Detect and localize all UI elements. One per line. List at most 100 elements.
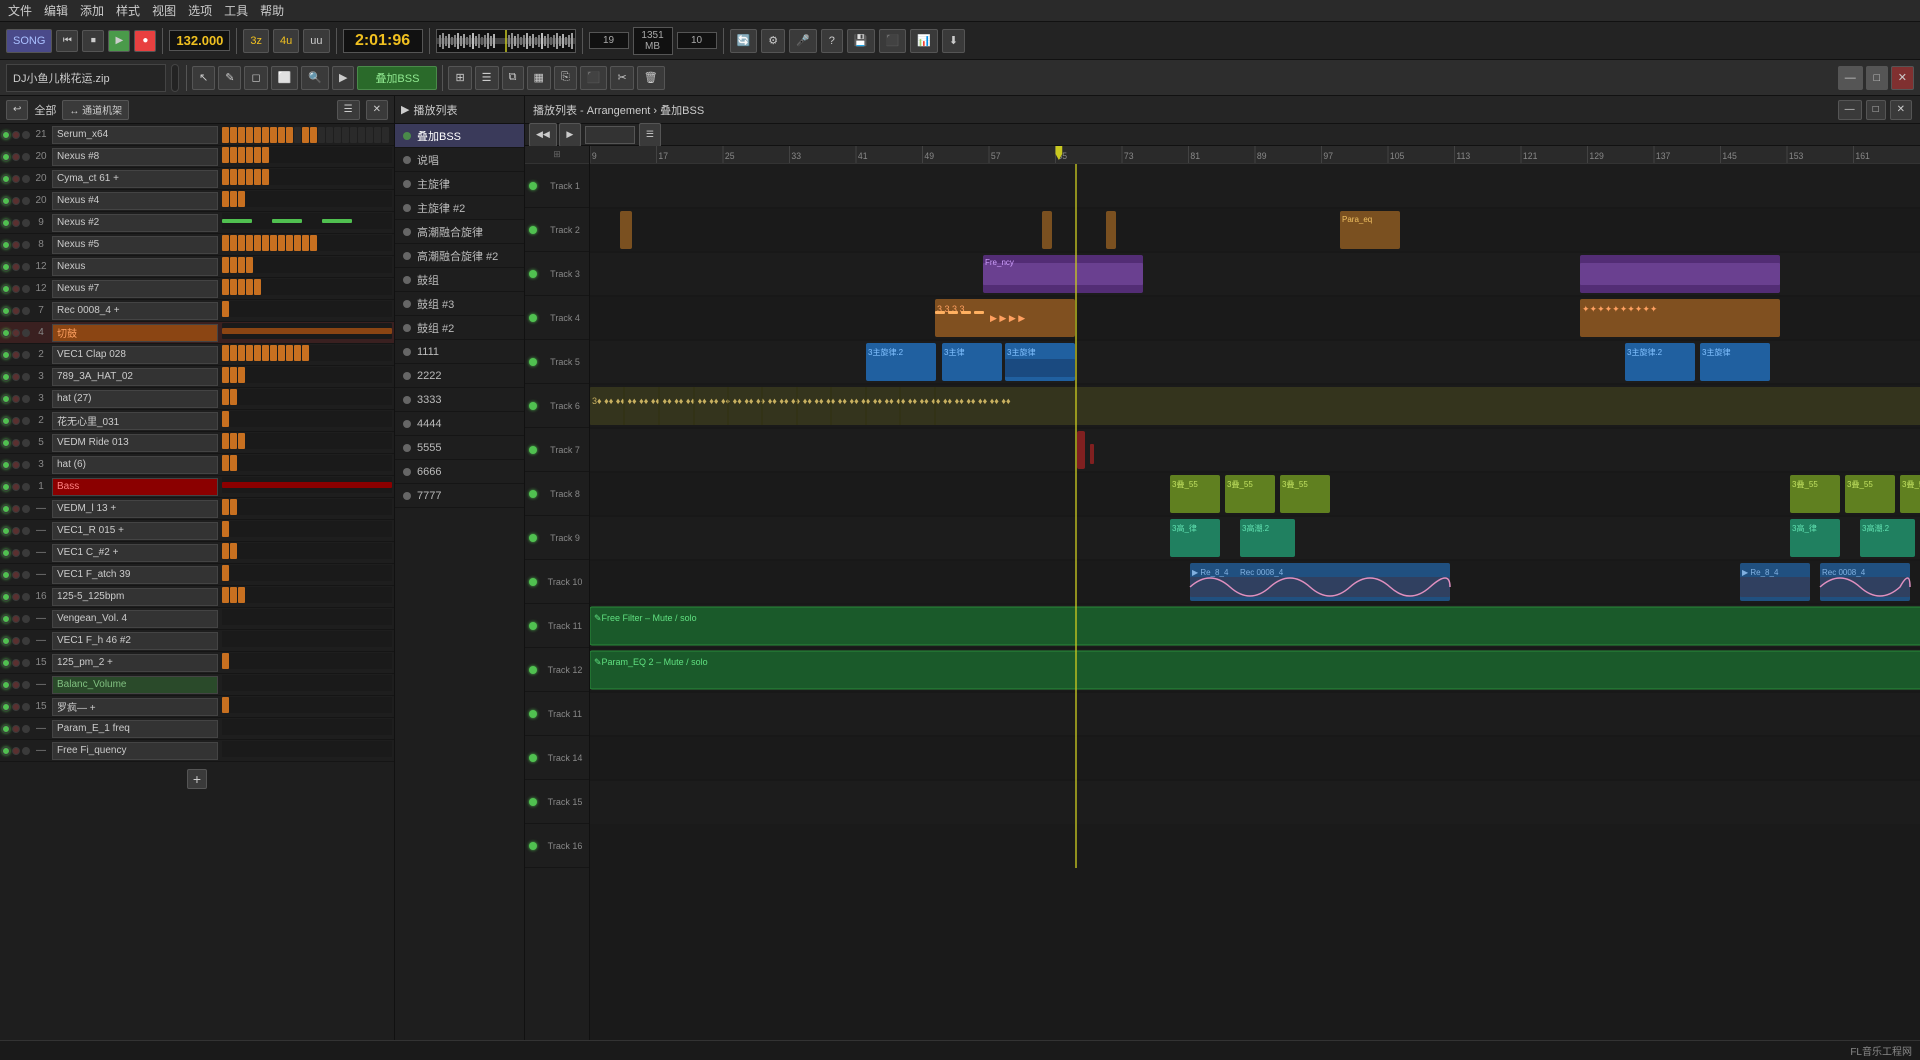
track-name-bass[interactable]: Bass (52, 478, 218, 496)
track-name-nexus2[interactable]: Nexus #2 (52, 214, 218, 232)
track-name-ride[interactable]: VEDM Ride 013 (52, 434, 218, 452)
stop-btn[interactable]: ⏹ (82, 30, 104, 52)
tb-paint[interactable]: ✎ (218, 66, 241, 90)
track-name-vec1h[interactable]: VEC1 F_h 46 #2 (52, 632, 218, 650)
track2-dot[interactable] (529, 226, 537, 234)
save-btn[interactable]: 💾 (847, 29, 875, 53)
track-led3[interactable] (22, 527, 30, 535)
pattern-item-5555[interactable]: 5555 (395, 436, 524, 460)
tb-align[interactable]: ☰ (475, 66, 499, 90)
track-name-cut[interactable]: 切鼓 (52, 324, 218, 342)
track-name-nexus[interactable]: Nexus (52, 258, 218, 276)
track-led[interactable] (2, 439, 10, 447)
add-bss-btn[interactable]: 叠加BSS (357, 66, 437, 90)
win-close[interactable]: ✕ (1891, 66, 1914, 90)
track-led3[interactable] (22, 417, 30, 425)
track-led2[interactable] (12, 483, 20, 491)
track-led3[interactable] (22, 197, 30, 205)
track-led3[interactable] (22, 241, 30, 249)
track-led2[interactable] (12, 549, 20, 557)
tb-clip1[interactable]: ⧉ (502, 66, 524, 90)
pattern-item-melody1[interactable]: 主旋律 (395, 172, 524, 196)
track-led[interactable] (2, 285, 10, 293)
track-name-hat02[interactable]: 789_3A_HAT_02 (52, 368, 218, 386)
track-name-clap[interactable]: VEC1 Clap 028 (52, 346, 218, 364)
track-led[interactable] (2, 483, 10, 491)
tb-paste[interactable]: ⬛ (580, 66, 608, 90)
track-led3[interactable] (22, 175, 30, 183)
track-led3[interactable] (22, 549, 30, 557)
track-led2[interactable] (12, 615, 20, 623)
track-led2[interactable] (12, 461, 20, 469)
track9-dot[interactable] (529, 534, 537, 542)
track-led[interactable] (2, 703, 10, 711)
menu-add[interactable]: 添加 (80, 2, 104, 19)
arr-close-btn[interactable]: ✕ (1890, 100, 1912, 120)
track-led2[interactable] (12, 703, 20, 711)
track-led3[interactable] (22, 307, 30, 315)
track-led[interactable] (2, 351, 10, 359)
track-led2[interactable] (12, 351, 20, 359)
track-led2[interactable] (12, 373, 20, 381)
track1-dot[interactable] (529, 182, 537, 190)
mixer-btn[interactable]: 🔄 (730, 29, 758, 53)
track-led[interactable] (2, 659, 10, 667)
pattern-item-drums3[interactable]: 鼓组 #3 (395, 292, 524, 316)
track-name-nexus8[interactable]: Nexus #8 (52, 148, 218, 166)
track-led2[interactable] (12, 131, 20, 139)
track-led[interactable] (2, 175, 10, 183)
track-led3[interactable] (22, 461, 30, 469)
pattern-item-6666[interactable]: 6666 (395, 460, 524, 484)
track8-dot[interactable] (529, 490, 537, 498)
arrangement-svg[interactable]: Para_eq Fre_ncy (590, 164, 1920, 868)
track-led2[interactable] (12, 417, 20, 425)
menu-edit[interactable]: 编辑 (44, 2, 68, 19)
track-led2[interactable] (12, 659, 20, 667)
pattern-item-drums2[interactable]: 鼓组 #2 (395, 316, 524, 340)
track-led2[interactable] (12, 197, 20, 205)
menu-view[interactable]: 视图 (152, 2, 176, 19)
track-led[interactable] (2, 395, 10, 403)
track-name-free[interactable]: Free Fi_quency (52, 742, 218, 760)
click-btn[interactable]: uu (303, 29, 329, 53)
track-led[interactable] (2, 373, 10, 381)
track-name-vedm1[interactable]: VEDM_l 13 + (52, 500, 218, 518)
track-led3[interactable] (22, 703, 30, 711)
track-led[interactable] (2, 637, 10, 645)
track-led[interactable] (2, 307, 10, 315)
track-led2[interactable] (12, 153, 20, 161)
track-led3[interactable] (22, 219, 30, 227)
tb-grid[interactable]: ⊞ (448, 66, 471, 90)
track-led[interactable] (2, 153, 10, 161)
track-name-nexus7[interactable]: Nexus #7 (52, 280, 218, 298)
track-led2[interactable] (12, 285, 20, 293)
add-track-btn[interactable]: + (187, 769, 207, 789)
track-led3[interactable] (22, 637, 30, 645)
track-led3[interactable] (22, 505, 30, 513)
win-maximize[interactable]: □ (1866, 66, 1888, 90)
track16-dot[interactable] (529, 842, 537, 850)
mixer2-btn[interactable]: 📊 (910, 29, 938, 53)
track-led2[interactable] (12, 681, 20, 689)
track-led[interactable] (2, 725, 10, 733)
tb-del[interactable]: 🗑 (637, 66, 665, 90)
track-led3[interactable] (22, 615, 30, 623)
track13-dot[interactable] (529, 710, 537, 718)
menu-help[interactable]: 帮助 (260, 2, 284, 19)
undo-btn[interactable]: ↩ (6, 100, 28, 120)
track-name-hat27[interactable]: hat (27) (52, 390, 218, 408)
track-led3[interactable] (22, 351, 30, 359)
bpm-display[interactable]: 132.000 (169, 30, 230, 51)
track-led2[interactable] (12, 637, 20, 645)
tb-zoom[interactable]: 🔍 (301, 66, 329, 90)
track-name-hat6[interactable]: hat (6) (52, 456, 218, 474)
track-led2[interactable] (12, 219, 20, 227)
arr-maximize-btn[interactable]: □ (1866, 100, 1886, 120)
track3-dot[interactable] (529, 270, 537, 278)
track-led[interactable] (2, 329, 10, 337)
track-led2[interactable] (12, 505, 20, 513)
track-name-luofeng[interactable]: 罗疯— + (52, 698, 218, 716)
track-led[interactable] (2, 417, 10, 425)
track-led[interactable] (2, 461, 10, 469)
track14-dot[interactable] (529, 754, 537, 762)
